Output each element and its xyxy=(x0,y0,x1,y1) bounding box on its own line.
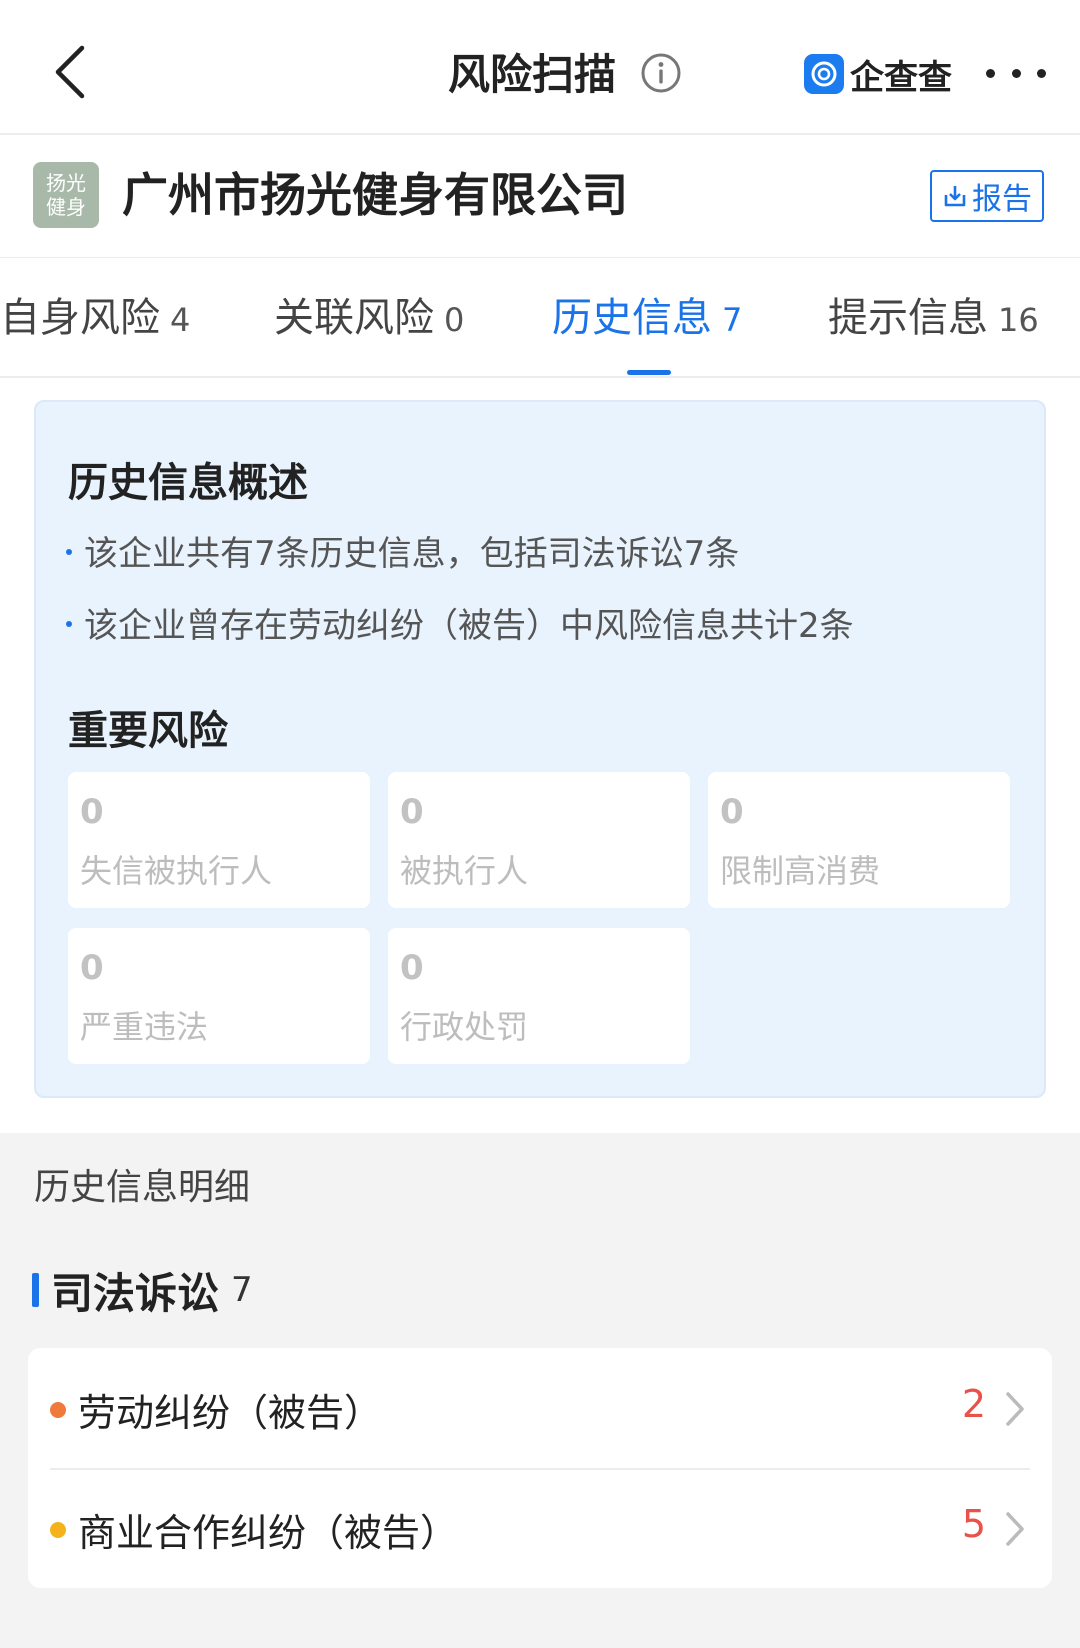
overview-line: 该企业曾存在劳动纠纷（被告）中风险信息共计2条 xyxy=(66,598,854,647)
risk-card-consumption-restriction[interactable]: 0 限制高消费 xyxy=(708,772,1010,908)
risk-card-administrative-penalty[interactable]: 0 行政处罚 xyxy=(388,928,690,1064)
chevron-right-icon xyxy=(1006,1512,1024,1546)
status-dot xyxy=(50,1402,66,1418)
tab-self-risk[interactable]: 自身风险 4 xyxy=(0,288,190,348)
risk-card-serious-violation[interactable]: 0 严重违法 xyxy=(68,928,370,1064)
item-count: 5 xyxy=(961,1502,986,1546)
company-logo: 扬光健身 xyxy=(33,162,99,228)
chevron-right-icon xyxy=(1006,1392,1024,1426)
item-count: 2 xyxy=(961,1382,986,1426)
chevron-left-icon xyxy=(55,45,85,99)
important-risk-title: 重要风险 xyxy=(68,708,228,754)
risk-tabs: 自身风险 4 关联风险 0 历史信息 7 提示信息 16 xyxy=(0,258,1080,378)
page-title: 风险扫描 xyxy=(448,50,617,99)
overview-line: 该企业共有7条历史信息，包括司法诉讼7条 xyxy=(66,526,739,575)
info-icon[interactable] xyxy=(640,52,682,94)
list-item-labor-dispute[interactable]: 劳动纠纷（被告） 2 xyxy=(28,1348,1052,1470)
nav-bar: 风险扫描 企查查 xyxy=(0,0,1080,135)
section-count: 7 xyxy=(231,1270,253,1310)
status-dot xyxy=(50,1522,66,1538)
tab-history-info[interactable]: 历史信息 7 xyxy=(552,288,742,348)
active-tab-indicator xyxy=(627,370,671,375)
section-header-litigation: 司法诉讼 7 xyxy=(32,1260,253,1320)
risk-card-judgment-debtor[interactable]: 0 被执行人 xyxy=(388,772,690,908)
tab-related-risk[interactable]: 关联风险 0 xyxy=(274,288,464,348)
report-label: 报告 xyxy=(972,182,1032,217)
list-item-business-dispute[interactable]: 商业合作纠纷（被告） 5 xyxy=(28,1468,1052,1588)
litigation-list: 劳动纠纷（被告） 2 商业合作纠纷（被告） 5 xyxy=(28,1348,1052,1588)
brand-link[interactable]: 企查查 xyxy=(804,50,952,98)
risk-card-dishonest-debtor[interactable]: 0 失信被执行人 xyxy=(68,772,370,908)
overview-title: 历史信息概述 xyxy=(68,460,308,506)
back-button[interactable] xyxy=(40,36,100,108)
bullet-dot xyxy=(66,620,72,627)
download-icon xyxy=(944,186,966,207)
more-dot-icon xyxy=(1037,68,1046,78)
history-overview-card: 历史信息概述 该企业共有7条历史信息，包括司法诉讼7条 该企业曾存在劳动纠纷（被… xyxy=(34,400,1046,1098)
section-title: 司法诉讼 xyxy=(51,1268,220,1318)
more-dot-icon xyxy=(986,68,995,78)
bullet-dot xyxy=(66,548,72,555)
more-dot-icon xyxy=(1011,68,1021,78)
brand-logo-icon xyxy=(804,54,844,94)
more-button[interactable] xyxy=(986,58,1046,88)
report-download-button[interactable]: 报告 xyxy=(930,170,1044,222)
section-accent-bar xyxy=(32,1273,39,1307)
tab-notice-info[interactable]: 提示信息 16 xyxy=(828,288,1039,348)
company-name: 广州市扬光健身有限公司 xyxy=(122,168,628,222)
company-header: 扬光健身 广州市扬光健身有限公司 报告 xyxy=(0,135,1080,259)
history-detail-heading: 历史信息明细 xyxy=(34,1167,251,1208)
brand-name: 企查查 xyxy=(850,57,952,98)
